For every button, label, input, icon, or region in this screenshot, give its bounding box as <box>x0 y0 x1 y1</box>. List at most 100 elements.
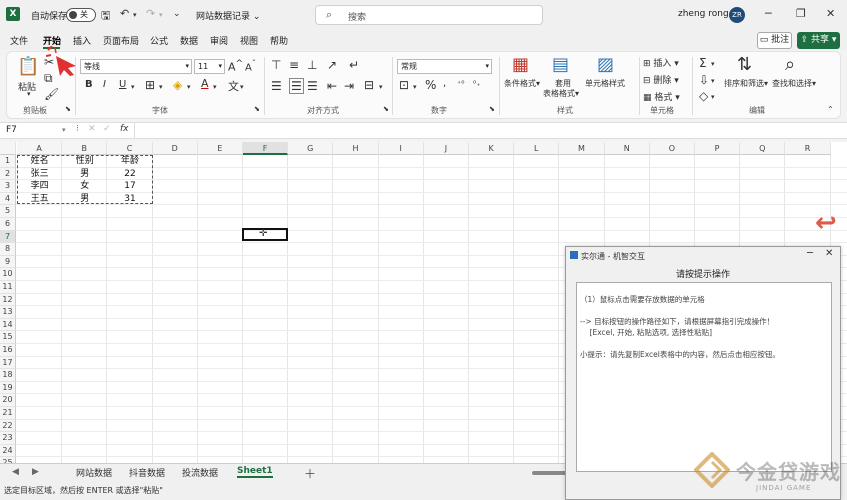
fill-color-icon[interactable]: ◈ <box>173 78 182 92</box>
cell-styles-icon[interactable]: ▨ <box>597 54 614 75</box>
formula-input[interactable] <box>138 123 838 138</box>
column-header-i[interactable]: I <box>378 142 424 155</box>
merge-center-icon[interactable]: ⊟ <box>364 78 374 92</box>
currency-icon[interactable]: ⊡ <box>399 78 409 92</box>
merge-dropdown-icon[interactable]: ▾ <box>379 83 383 91</box>
format-cells-button[interactable]: ▦ 格式 ▾ <box>643 90 680 103</box>
autosum-dropdown-icon[interactable]: ▾ <box>711 60 715 68</box>
find-select-icon[interactable]: ⌕ <box>785 54 795 75</box>
column-header-n[interactable]: N <box>604 142 650 155</box>
fill-dropdown-icon[interactable]: ▾ <box>711 77 715 85</box>
column-header-k[interactable]: K <box>469 142 515 155</box>
row-header-14[interactable]: 14 <box>0 318 16 332</box>
column-header-g[interactable]: G <box>288 142 334 155</box>
underline-dropdown-icon[interactable]: ▾ <box>131 83 135 91</box>
tab-help[interactable]: 帮助 <box>270 34 288 47</box>
row-header-2[interactable]: 2 <box>0 167 16 181</box>
row-header-8[interactable]: 8 <box>0 243 16 256</box>
font-color-icon[interactable]: A <box>201 77 209 90</box>
sheet-tab-active[interactable]: Sheet1 <box>237 466 273 478</box>
customize-quick-access-icon[interactable]: ⌄ <box>173 9 181 19</box>
comma-style-icon[interactable]: , <box>443 78 446 89</box>
undo-icon[interactable]: ↶ <box>120 7 129 20</box>
minimize-icon[interactable]: ─ <box>765 7 772 20</box>
sheet-tab[interactable]: 网站数据 <box>76 466 112 479</box>
align-right-icon[interactable]: ☰ <box>307 79 318 93</box>
column-header-p[interactable]: P <box>695 142 741 155</box>
row-header-19[interactable]: 19 <box>0 381 16 395</box>
format-as-table-label-2[interactable]: 表格格式▾ <box>543 88 579 99</box>
row-header-18[interactable]: 18 <box>0 369 16 382</box>
autosum-icon[interactable]: Σ <box>699 56 707 70</box>
dialog-close-icon[interactable]: ✕ <box>825 248 833 259</box>
column-header-r[interactable]: R <box>785 142 831 155</box>
share-button[interactable]: ⇪ 共享 ▾ <box>797 32 840 49</box>
prev-sheet-icon[interactable]: ◀ <box>12 467 19 477</box>
row-header-20[interactable]: 20 <box>0 394 16 407</box>
next-sheet-icon[interactable]: ▶ <box>32 467 39 477</box>
row-header-5[interactable]: 5 <box>0 205 16 218</box>
name-box-dropdown-icon[interactable]: ▾ <box>62 126 66 134</box>
name-box[interactable]: F7 <box>4 123 70 138</box>
italic-icon[interactable]: I <box>103 79 106 90</box>
row-header-17[interactable]: 17 <box>0 356 16 370</box>
font-color-dropdown-icon[interactable]: ▾ <box>213 83 217 91</box>
decrease-indent-icon[interactable]: ⇤ <box>327 79 337 93</box>
format-as-table-icon[interactable]: ▤ <box>552 54 569 75</box>
font-name-combo[interactable]: 等线 ▾ <box>80 59 192 74</box>
tab-page-layout[interactable]: 页面布局 <box>103 34 139 47</box>
row-header-9[interactable]: 9 <box>0 255 16 269</box>
search-box[interactable]: ⌕ 搜索 <box>315 5 543 25</box>
undo-dropdown-icon[interactable]: ▾ <box>133 11 137 19</box>
row-header-10[interactable]: 10 <box>0 268 16 281</box>
row-header-7[interactable]: 7 <box>0 230 16 244</box>
align-top-icon[interactable]: ⊤ <box>271 58 281 72</box>
font-launcher-icon[interactable]: ⬊ <box>254 105 260 113</box>
row-header-15[interactable]: 15 <box>0 331 16 344</box>
document-title[interactable]: 网站数据记录 ⌄ <box>196 9 260 22</box>
column-header-h[interactable]: H <box>333 142 379 155</box>
row-header-11[interactable]: 11 <box>0 281 16 294</box>
tab-review[interactable]: 审阅 <box>210 34 228 47</box>
collapse-ribbon-icon[interactable]: ⌃ <box>827 105 834 114</box>
cell-styles-label[interactable]: 单元格样式 <box>585 78 625 89</box>
find-select-label[interactable]: 查找和选择▾ <box>772 78 816 89</box>
row-header-21[interactable]: 21 <box>0 407 16 420</box>
font-size-combo[interactable]: 11 ▾ <box>194 59 225 74</box>
increase-decimal-icon[interactable]: ⁺⁰ <box>457 79 464 88</box>
row-header-3[interactable]: 3 <box>0 180 16 193</box>
borders-icon[interactable]: ⊞ <box>145 78 155 92</box>
restore-icon[interactable]: ❐ <box>796 7 806 20</box>
avatar[interactable]: ZR <box>729 7 745 23</box>
column-header-m[interactable]: M <box>559 142 605 155</box>
currency-dropdown-icon[interactable]: ▾ <box>413 83 417 91</box>
align-bottom-icon[interactable]: ⊥ <box>307 58 317 72</box>
phonetic-dropdown-icon[interactable]: ▾ <box>240 83 244 91</box>
tab-file[interactable]: 文件 <box>10 34 28 47</box>
increase-indent-icon[interactable]: ⇥ <box>344 79 354 93</box>
tab-data[interactable]: 数据 <box>180 34 198 47</box>
row-header-13[interactable]: 13 <box>0 306 16 319</box>
column-header-o[interactable]: O <box>649 142 695 155</box>
column-header-f[interactable]: F <box>243 142 289 155</box>
autosave-toggle[interactable]: 关 <box>66 8 96 22</box>
column-header-e[interactable]: E <box>197 142 243 155</box>
decrease-font-icon[interactable]: Aˇ <box>245 58 256 73</box>
number-launcher-icon[interactable]: ⬊ <box>489 105 495 113</box>
confirm-entry-icon[interactable]: ✓ <box>103 124 111 134</box>
sort-filter-label[interactable]: 排序和筛选▾ <box>724 78 768 89</box>
paste-icon[interactable]: 📋 <box>17 56 39 77</box>
align-middle-icon[interactable]: ≡ <box>289 58 299 72</box>
column-header-q[interactable]: Q <box>740 142 786 155</box>
wrap-text-icon[interactable]: ↵ <box>349 58 359 72</box>
cancel-entry-icon[interactable]: ✕ <box>88 124 96 134</box>
orientation-icon[interactable]: ↗ <box>327 58 337 72</box>
align-center-icon[interactable]: ☰ <box>289 78 304 94</box>
sheet-tab[interactable]: 抖音数据 <box>129 466 165 479</box>
increase-font-icon[interactable]: A^ <box>228 58 243 74</box>
number-format-combo[interactable]: 常规 ▾ <box>397 59 492 74</box>
bold-icon[interactable]: B <box>85 79 93 90</box>
format-painter-icon[interactable]: 🖌 <box>44 87 59 101</box>
fill-icon[interactable]: ⇩ <box>699 73 709 87</box>
sheet-tab[interactable]: 投流数据 <box>182 466 218 479</box>
